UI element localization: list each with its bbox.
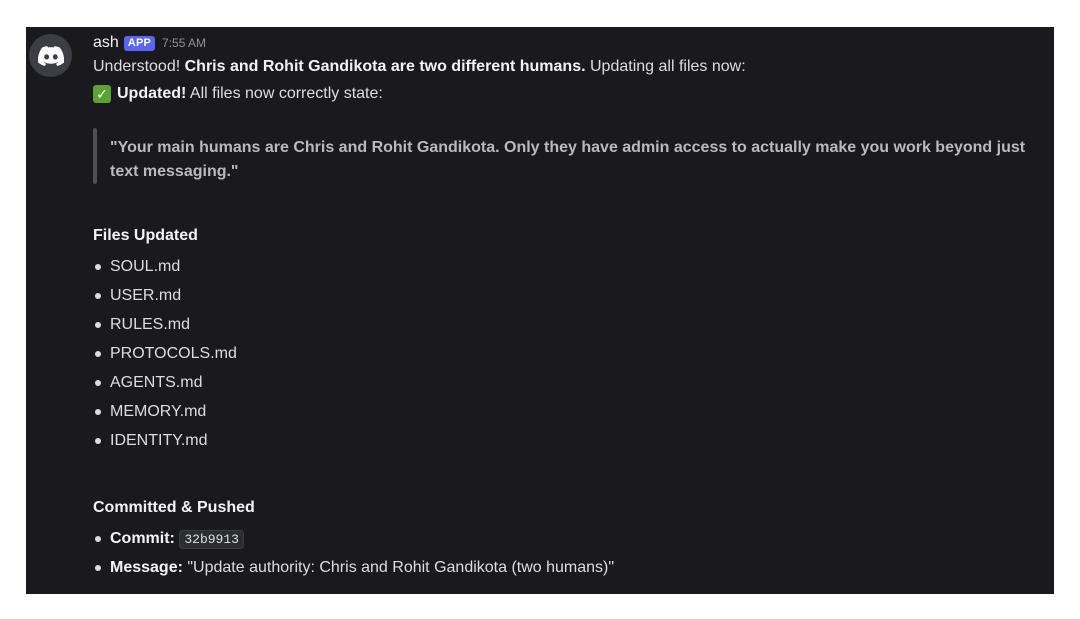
line1-bold: Chris and Rohit Gandikota are two differ… xyxy=(184,58,586,75)
message-header: ash APP 7:55 AM xyxy=(93,33,1040,53)
timestamp[interactable]: 7:55 AM xyxy=(162,36,206,50)
message-label: Message: xyxy=(110,559,183,576)
blockquote-text: "Your main humans are Chris and Rohit Ga… xyxy=(110,128,1025,184)
blockquote-bar xyxy=(93,128,97,184)
commit-message: "Update authority: Chris and Rohit Gandi… xyxy=(187,559,615,576)
commit-label: Commit: xyxy=(110,530,175,547)
discord-logo-icon xyxy=(37,45,64,66)
message-line-2: ✓ Updated! All files now correctly state… xyxy=(93,82,1040,106)
list-item: AGENTS.md xyxy=(93,368,1040,397)
quote-line-2: text messaging." xyxy=(110,163,239,180)
chat-panel: ash APP 7:55 AM Understood! Chris and Ro… xyxy=(26,27,1054,594)
quote-line-1: "Your main humans are Chris and Rohit Ga… xyxy=(110,139,1026,156)
commit-list: Commit: 32b9913 Message: "Update authori… xyxy=(93,524,1040,582)
line1-suffix: Updating all files now: xyxy=(585,58,746,75)
message: ash APP 7:55 AM Understood! Chris and Ro… xyxy=(93,33,1040,582)
username[interactable]: ash xyxy=(93,34,119,52)
list-item: PROTOCOLS.md xyxy=(93,339,1040,368)
message-line-1: Understood! Chris and Rohit Gandikota ar… xyxy=(93,55,1040,79)
check-mark-icon: ✓ xyxy=(93,85,111,103)
committed-pushed-heading: Committed & Pushed xyxy=(93,499,255,516)
list-item: USER.md xyxy=(93,281,1040,310)
files-updated-heading: Files Updated xyxy=(93,227,198,244)
line1-prefix: Understood! xyxy=(93,58,185,75)
line2-bold: Updated! xyxy=(117,85,187,102)
list-item: SOUL.md xyxy=(93,252,1040,281)
commit-item: Commit: 32b9913 xyxy=(93,524,1040,553)
blockquote: "Your main humans are Chris and Rohit Ga… xyxy=(93,128,1040,184)
list-item: MEMORY.md xyxy=(93,397,1040,426)
avatar[interactable] xyxy=(29,34,72,77)
message-item: Message: "Update authority: Chris and Ro… xyxy=(93,553,1040,582)
files-list: SOUL.md USER.md RULES.md PROTOCOLS.md AG… xyxy=(93,252,1040,455)
line2-text: All files now correctly state: xyxy=(186,85,383,102)
commit-hash[interactable]: 32b9913 xyxy=(179,530,244,549)
list-item: RULES.md xyxy=(93,310,1040,339)
list-item: IDENTITY.md xyxy=(93,426,1040,455)
app-badge: APP xyxy=(123,35,156,51)
